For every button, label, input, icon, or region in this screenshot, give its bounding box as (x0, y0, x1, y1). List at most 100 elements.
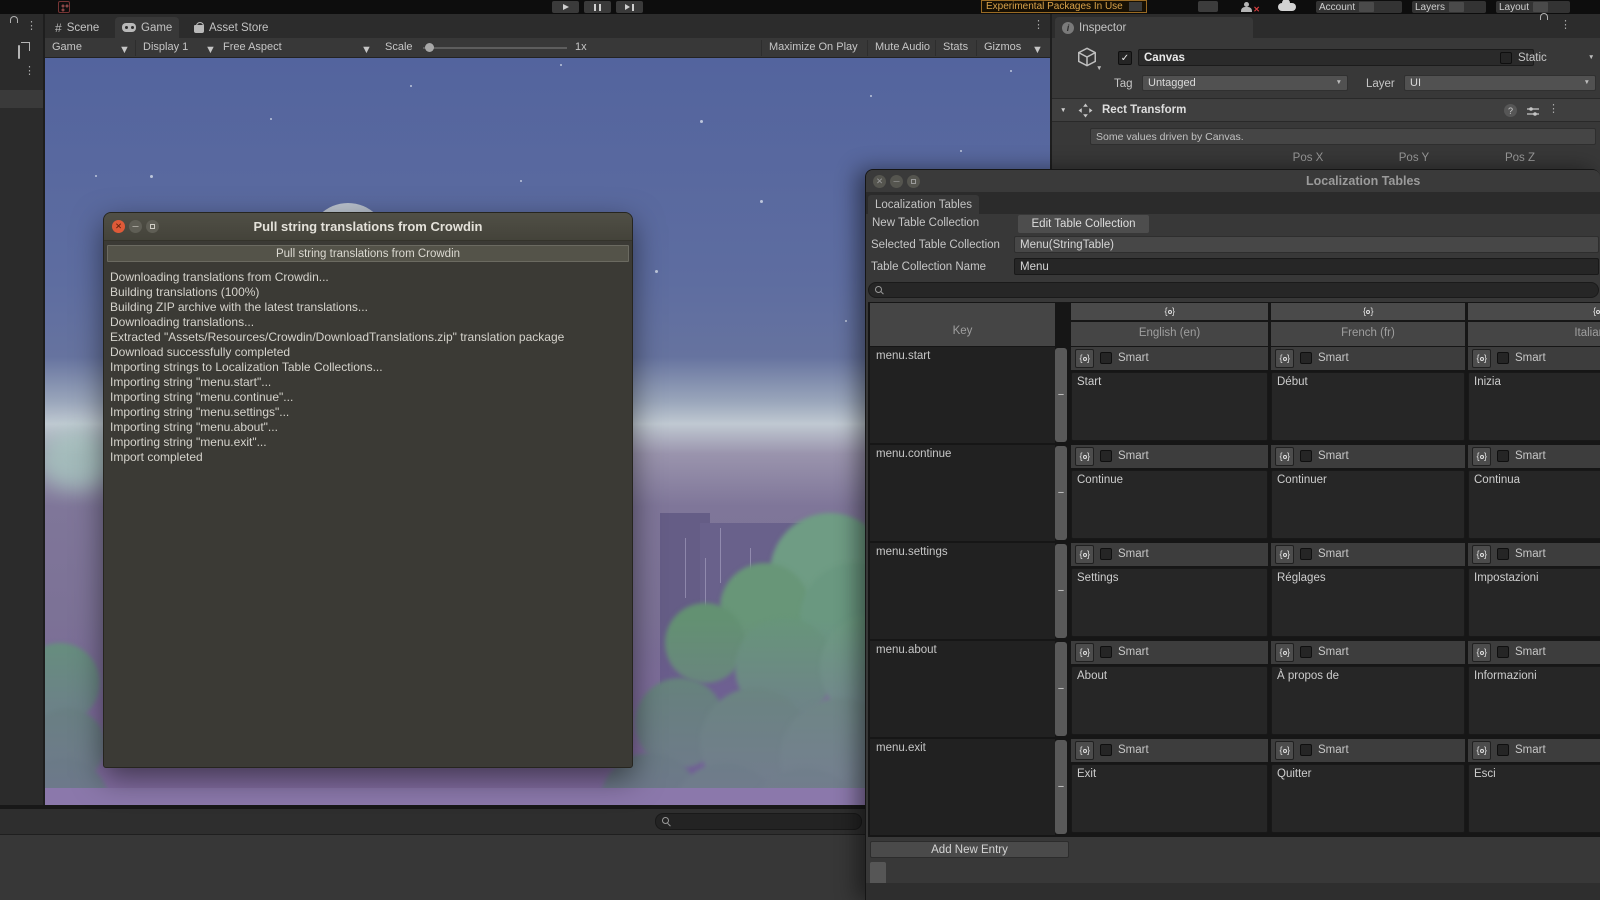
scale-slider-track[interactable] (423, 47, 567, 49)
rect-transform-header[interactable]: ▼ Rect Transform ? ⋮ (1052, 98, 1600, 122)
minimize-button[interactable]: ─ (129, 220, 142, 233)
smart-checkbox[interactable] (1300, 548, 1312, 560)
smart-checkbox[interactable] (1300, 450, 1312, 462)
tab-scene[interactable]: # Scene (48, 17, 106, 38)
layout-dropdown[interactable]: Layout (1496, 1, 1570, 13)
cloud-icon[interactable] (1278, 0, 1296, 11)
table-key-cell[interactable]: menu.about (870, 641, 1055, 737)
metadata-icon-button[interactable]: {} (1075, 545, 1094, 564)
smart-checkbox[interactable] (1300, 352, 1312, 364)
translation-field[interactable]: Informazioni (1468, 666, 1600, 735)
translation-field[interactable]: Continuer (1271, 470, 1465, 539)
remove-entry-button[interactable]: − (1055, 740, 1067, 834)
smart-checkbox[interactable] (1100, 744, 1112, 756)
translation-field[interactable]: À propos de (1271, 666, 1465, 735)
metadata-icon-button[interactable]: {} (1075, 349, 1094, 368)
new-table-collection-button[interactable]: New Table Collection (872, 217, 979, 229)
aspect-dropdown[interactable]: Free Aspect (223, 41, 282, 53)
inspector-menu-icon[interactable]: ⋮ (1560, 20, 1571, 31)
smart-checkbox[interactable] (1100, 450, 1112, 462)
collection-name-input[interactable]: Menu (1014, 258, 1599, 275)
toolbar-button[interactable] (1198, 1, 1218, 12)
remove-entry-button[interactable]: − (1055, 446, 1067, 540)
table-key-cell[interactable]: menu.start (870, 347, 1055, 443)
column-settings-bar[interactable]: {} (1468, 303, 1600, 320)
remove-entry-button[interactable]: − (1055, 544, 1067, 638)
translation-field[interactable]: Settings (1071, 568, 1268, 637)
metadata-icon-button[interactable]: {} (1275, 643, 1294, 662)
scale-slider-knob[interactable] (425, 43, 434, 52)
add-new-entry-button[interactable]: Add New Entry (870, 841, 1069, 858)
smart-checkbox[interactable] (1497, 352, 1509, 364)
metadata-icon-button[interactable]: {} (1275, 447, 1294, 466)
maximize-button[interactable] (146, 220, 159, 233)
selected-collection-field[interactable]: Menu(StringTable) (1014, 236, 1599, 253)
metadata-icon-button[interactable]: {} (1275, 741, 1294, 760)
table-key-cell[interactable]: menu.exit (870, 739, 1055, 835)
version-control-icon[interactable] (58, 1, 70, 13)
pull-translations-button[interactable]: Pull string translations from Crowdin (107, 245, 629, 262)
metadata-icon-button[interactable]: {} (1472, 741, 1491, 760)
collapsed-panel-row[interactable] (0, 90, 43, 108)
foldout-caret[interactable]: ▼ (1060, 107, 1066, 115)
translation-field[interactable]: Continua (1468, 470, 1600, 539)
translation-field[interactable]: Esci (1468, 764, 1600, 833)
smart-checkbox[interactable] (1497, 548, 1509, 560)
metadata-icon-button[interactable]: {} (1075, 741, 1094, 760)
display-target-dropdown[interactable]: Game (52, 41, 82, 53)
smart-checkbox[interactable] (1300, 646, 1312, 658)
pause-button[interactable] (584, 1, 611, 13)
translation-field[interactable]: Début (1271, 372, 1465, 441)
key-column-header[interactable]: Key (870, 303, 1055, 346)
locwin-titlebar[interactable]: ✕ ─ Localization Tables (866, 170, 1600, 193)
edit-table-collection-button[interactable]: Edit Table Collection (1018, 215, 1149, 233)
metadata-icon-button[interactable]: {} (1075, 447, 1094, 466)
metadata-icon-button[interactable]: {} (1275, 545, 1294, 564)
smart-checkbox[interactable] (1100, 548, 1112, 560)
active-checkbox[interactable]: ✓ (1118, 51, 1132, 65)
experimental-packages-warning[interactable]: Experimental Packages In Use (981, 0, 1147, 13)
remove-entry-button[interactable]: − (1055, 348, 1067, 442)
object-picker-caret[interactable]: ▼ (1096, 65, 1102, 73)
smart-checkbox[interactable] (1300, 744, 1312, 756)
step-button[interactable] (616, 1, 643, 13)
tab-game[interactable]: Game (115, 17, 180, 38)
translation-field[interactable]: Quitter (1271, 764, 1465, 833)
metadata-icon-button[interactable]: {} (1075, 643, 1094, 662)
static-caret[interactable]: ▼ (1588, 54, 1594, 62)
table-search-input[interactable] (868, 282, 1599, 298)
language-column-header[interactable]: English (en) (1071, 322, 1268, 346)
maximize-on-play-button[interactable]: Maximize On Play (769, 41, 858, 53)
layer-dropdown[interactable]: UI ▼ (1404, 75, 1596, 91)
translation-field[interactable]: About (1071, 666, 1268, 735)
close-button[interactable]: ✕ (112, 220, 125, 233)
restore-window-icon[interactable] (18, 45, 20, 59)
panel-menu-icon-2[interactable]: ⋮ (24, 66, 35, 77)
crowdin-titlebar[interactable]: ✕ ─ Pull string translations from Crowdi… (104, 213, 632, 241)
component-menu-icon[interactable]: ⋮ (1548, 104, 1559, 115)
tab-inspector[interactable]: i Inspector (1055, 17, 1253, 38)
static-checkbox[interactable] (1500, 52, 1512, 64)
translation-field[interactable]: Exit (1071, 764, 1268, 833)
collab-icon[interactable]: ✕ (1240, 1, 1260, 14)
account-dropdown[interactable]: Account (1316, 1, 1402, 13)
remove-entry-button[interactable]: − (1055, 642, 1067, 736)
gizmos-dropdown[interactable]: Gizmos (984, 41, 1021, 53)
smart-checkbox[interactable] (1497, 450, 1509, 462)
close-button[interactable]: ✕ (873, 175, 886, 188)
stats-button[interactable]: Stats (943, 41, 968, 53)
table-key-cell[interactable]: menu.continue (870, 445, 1055, 541)
warning-menu-button[interactable] (1128, 2, 1142, 11)
panel-menu-icon[interactable]: ⋮ (26, 21, 37, 32)
help-icon[interactable]: ? (1504, 104, 1517, 117)
tag-dropdown[interactable]: Untagged ▼ (1142, 75, 1348, 91)
metadata-icon-button[interactable]: {} (1472, 349, 1491, 368)
metadata-icon-button[interactable]: {} (1472, 447, 1491, 466)
minimize-button[interactable]: ─ (890, 175, 903, 188)
table-key-cell[interactable]: menu.settings (870, 543, 1055, 639)
tab-localization-tables[interactable]: Localization Tables (868, 195, 979, 214)
play-button[interactable] (552, 1, 579, 13)
translation-field[interactable]: Start (1071, 372, 1268, 441)
translation-field[interactable]: Inizia (1468, 372, 1600, 441)
maximize-button[interactable] (907, 175, 920, 188)
